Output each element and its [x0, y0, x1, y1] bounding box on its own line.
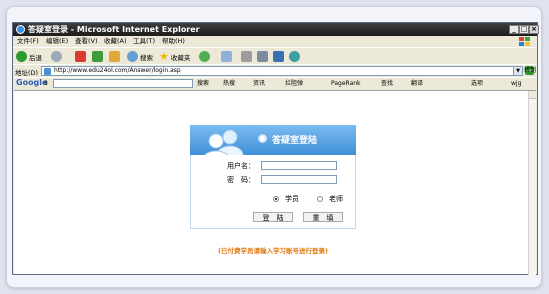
menu-help[interactable]: 帮助(H)	[162, 36, 185, 47]
reset-button[interactable]: 重 填	[303, 212, 343, 222]
favorites-label: 收藏夹	[170, 53, 191, 62]
search-icon	[127, 51, 138, 62]
forward-button[interactable]	[51, 50, 62, 63]
menu-view[interactable]: 查看(V)	[75, 36, 98, 47]
address-label: 地址(D)	[15, 69, 39, 77]
google-find-button[interactable]: 查找	[381, 79, 393, 89]
discuss-button[interactable]	[273, 50, 284, 63]
mail-button[interactable]	[221, 50, 232, 63]
forward-arrow-icon	[51, 51, 62, 62]
password-label: 密 码：	[227, 176, 255, 184]
edit-button[interactable]	[257, 50, 268, 63]
scroll-up-icon[interactable]	[529, 91, 536, 99]
login-note: (已付费学员请输入学习账号进行登录)	[218, 247, 328, 255]
address-input[interactable]: http://www.edu24ol.com/Answer/login.asp …	[41, 66, 523, 76]
page-icon	[44, 68, 51, 75]
search-button[interactable]: 搜索	[127, 50, 153, 63]
browser-window: 答疑室登录 - Microsoft Internet Explorer _ □ …	[12, 22, 539, 275]
star-icon: ★	[159, 50, 169, 63]
google-g-dropdown[interactable]: 8	[44, 79, 48, 89]
google-search-input[interactable]	[53, 79, 193, 88]
role-student-radio[interactable]	[273, 196, 279, 202]
refresh-icon	[92, 51, 103, 62]
home-icon	[109, 51, 120, 62]
role-teacher-radio[interactable]	[317, 196, 323, 202]
role-student-label: 学员	[285, 195, 299, 203]
role-teacher-label: 老师	[329, 195, 343, 203]
login-button[interactable]: 登 陆	[253, 212, 293, 222]
google-hot-button[interactable]: 热搜	[223, 79, 235, 89]
ie-icon	[16, 25, 25, 34]
google-news-button[interactable]: 资讯	[253, 79, 265, 89]
back-button[interactable]: 后退	[16, 50, 42, 63]
username-input[interactable]	[261, 161, 337, 170]
bullet-icon	[258, 134, 267, 143]
address-dropdown-icon[interactable]: ▼	[513, 67, 522, 75]
mail-icon	[221, 51, 232, 62]
google-account-button[interactable]: wjg	[511, 79, 521, 89]
google-logo: Google	[16, 78, 47, 87]
menu-bar: 文件(F) 编辑(E) 查看(V) 收藏(A) 工具(T) 帮助(H)	[13, 36, 537, 47]
google-popup-blocker-button[interactable]: 拦阻弹	[285, 79, 303, 89]
favorites-button[interactable]: ★ 收藏夹	[159, 50, 190, 63]
login-form: 用户名： 密 码： 学员 老师 登 陆 重 填	[190, 155, 356, 229]
address-bar: 地址(D) http://www.edu24ol.com/Answer/logi…	[13, 64, 537, 77]
search-label: 搜索	[140, 53, 153, 62]
google-toolbar: Google 8 搜索 热搜 资讯 拦阻弹 PageRank 查找 翻译 选项 …	[13, 77, 537, 89]
google-pagerank-button[interactable]: PageRank	[331, 79, 361, 89]
window-title: 答疑室登录 - Microsoft Internet Explorer	[28, 25, 200, 34]
menu-file[interactable]: 文件(F)	[17, 36, 39, 47]
page-content: 答疑室登陆 用户名： 密 码： 学员 老师 登 陆 重 填 (已付费学员请输入学…	[14, 90, 536, 275]
vertical-scrollbar[interactable]	[528, 91, 536, 275]
minimize-button[interactable]: _	[509, 25, 519, 34]
maximize-button[interactable]: □	[519, 25, 529, 34]
go-label[interactable]: 转到	[524, 65, 536, 74]
google-logo-text: Google	[16, 78, 48, 87]
messenger-button[interactable]	[289, 50, 300, 63]
toolbar: 后退 搜索 ★ 收藏夹	[13, 47, 537, 64]
password-input[interactable]	[261, 175, 337, 184]
login-panel: 答疑室登陆 用户名： 密 码： 学员 老师 登 陆 重 填	[190, 125, 356, 229]
print-icon	[241, 51, 252, 62]
home-button[interactable]	[109, 50, 120, 63]
windows-logo-icon	[519, 37, 530, 46]
discuss-icon	[273, 51, 284, 62]
menu-favorites[interactable]: 收藏(A)	[104, 36, 127, 47]
address-url: http://www.edu24ol.com/Answer/login.asp	[54, 67, 181, 74]
media-icon	[199, 51, 210, 62]
username-label: 用户名：	[227, 162, 255, 170]
google-search-button[interactable]: 搜索	[197, 79, 209, 89]
edit-icon	[257, 51, 268, 62]
print-button[interactable]	[241, 50, 252, 63]
refresh-button[interactable]	[92, 50, 103, 63]
back-label: 后退	[29, 53, 42, 62]
back-arrow-icon	[16, 51, 27, 62]
login-title: 答疑室登陆	[272, 136, 318, 146]
stop-button[interactable]	[75, 50, 86, 63]
google-translate-button[interactable]: 翻译	[411, 79, 423, 89]
menu-tools[interactable]: 工具(T)	[133, 36, 155, 47]
menu-edit[interactable]: 编辑(E)	[46, 36, 68, 47]
media-button[interactable]	[199, 50, 210, 63]
messenger-icon	[289, 51, 300, 62]
title-bar: 答疑室登录 - Microsoft Internet Explorer _ □ …	[13, 23, 539, 36]
google-options-button[interactable]: 选项	[471, 79, 483, 89]
close-button[interactable]: ×	[529, 25, 539, 34]
stop-icon	[75, 51, 86, 62]
